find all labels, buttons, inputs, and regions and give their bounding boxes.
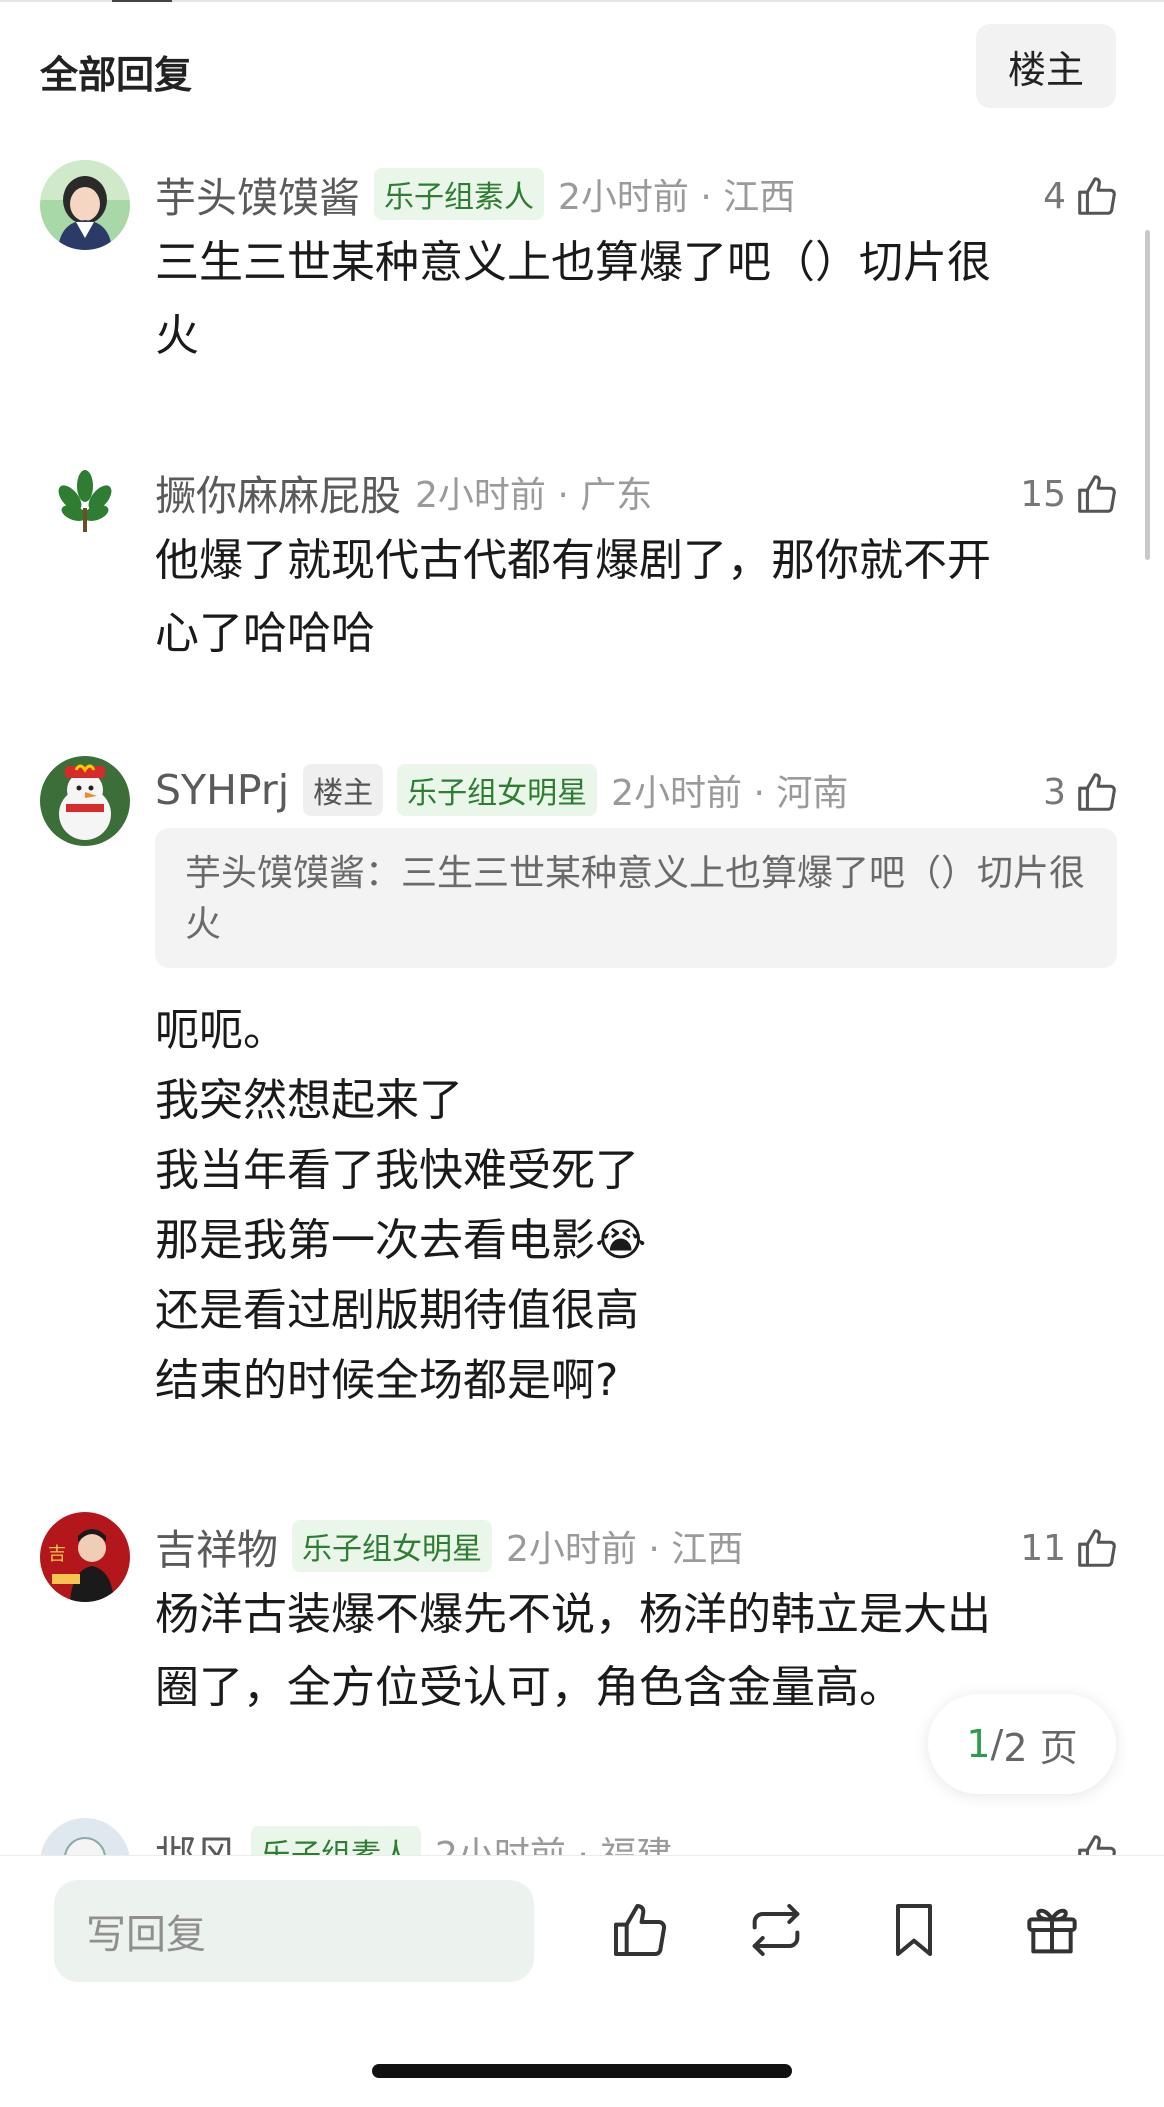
- like-count: 3: [1043, 771, 1066, 813]
- like-count: 4: [1043, 175, 1066, 217]
- quoted-reply[interactable]: 芋头馍馍酱：三生三世某种意义上也算爆了吧（）切片很火: [155, 828, 1117, 968]
- comment-line: 他爆了就现代古代都有爆剧了，那你就不开: [155, 535, 991, 586]
- member-badge: 乐子组素人: [374, 168, 544, 220]
- svg-text:吉: 吉: [48, 1544, 66, 1565]
- bottom-action-bar: 写回复: [0, 1855, 1164, 2107]
- reply-header: 全部回复 楼主: [0, 24, 1164, 109]
- username[interactable]: SYHPrj: [155, 766, 289, 814]
- username[interactable]: 芋头馍馍酱: [155, 164, 360, 224]
- comment-text: 呃呃。 我突然想起来了 我当年看了我快难受死了 那是我第一次去看电影😭 还是看过…: [155, 996, 1105, 1416]
- comment-line: 结束的时候全场都是啊?: [155, 1355, 619, 1406]
- like-button[interactable]: 3: [1043, 764, 1120, 820]
- comment-line: 还是看过剧版期待值很高: [155, 1285, 639, 1336]
- thumbs-up-icon: [1078, 1529, 1116, 1567]
- bookmark-icon[interactable]: [882, 1898, 946, 1962]
- comment-line: 我当年看了我快难受死了: [155, 1145, 639, 1196]
- thumbs-up-icon: [1078, 177, 1116, 215]
- time-location: 2小时前 · 河南: [611, 773, 849, 814]
- thumbs-up-icon[interactable]: [608, 1898, 672, 1962]
- comment-text: 三生三世某种意义上也算爆了吧（）切片很 火: [155, 226, 1105, 372]
- username[interactable]: 撅你麻麻屁股: [155, 462, 401, 522]
- comment-line: 三生三世某种意义上也算爆了吧（）切片很: [155, 237, 991, 288]
- page-separator: /: [990, 1722, 1004, 1766]
- avatar[interactable]: [40, 160, 130, 250]
- username[interactable]: 吉祥物: [155, 1516, 278, 1576]
- avatar[interactable]: [40, 756, 130, 846]
- comment-line: 心了哈哈哈: [155, 608, 375, 659]
- like-button[interactable]: 4: [1043, 168, 1120, 224]
- scrollbar[interactable]: [1145, 230, 1150, 560]
- comment-line: 火: [155, 310, 199, 361]
- gift-icon[interactable]: [1020, 1898, 1084, 1962]
- comment-line: 呃呃。: [155, 1005, 287, 1056]
- thumbs-up-icon: [1078, 475, 1116, 513]
- op-only-filter-button[interactable]: 楼主: [976, 24, 1116, 108]
- comment-line: 杨洋古装爆不爆先不说，杨洋的韩立是大出: [155, 1589, 991, 1640]
- avatar[interactable]: [40, 458, 130, 548]
- comment-meta: 吉祥物 乐子组女明星 2小时前 · 江西: [155, 1518, 743, 1574]
- home-indicator[interactable]: [372, 2064, 792, 2078]
- time-location: 2小时前 · 江西: [558, 177, 796, 218]
- comment-meta: 芋头馍馍酱 乐子组素人 2小时前 · 江西: [155, 166, 795, 222]
- reply-input[interactable]: 写回复: [54, 1880, 534, 1982]
- current-page: 1: [966, 1722, 991, 1766]
- comment-line: 我突然想起来了: [155, 1075, 463, 1126]
- page-title: 全部回复: [40, 53, 193, 97]
- member-badge: 乐子组女明星: [397, 764, 598, 816]
- page-indicator[interactable]: 1 / 2 页: [928, 1694, 1116, 1794]
- op-tag: 楼主: [303, 764, 384, 816]
- avatar[interactable]: 吉: [40, 1512, 130, 1602]
- top-divider: [0, 0, 1164, 2]
- thumbs-up-icon: [1078, 773, 1116, 811]
- like-count: 15: [1020, 473, 1066, 515]
- like-count: 11: [1020, 1527, 1066, 1569]
- repost-icon[interactable]: [744, 1898, 808, 1962]
- like-button[interactable]: 11: [1020, 1520, 1120, 1576]
- total-pages: 2 页: [1003, 1725, 1078, 1770]
- time-location: 2小时前 · 广东: [415, 475, 653, 516]
- like-button[interactable]: 15: [1020, 466, 1120, 522]
- time-location: 2小时前 · 江西: [506, 1529, 744, 1570]
- comment-meta: SYHPrj 楼主 乐子组女明星 2小时前 · 河南: [155, 762, 848, 818]
- comment-line: 那是我第一次去看电影😭: [155, 1215, 647, 1266]
- comment-text: 他爆了就现代古代都有爆剧了，那你就不开 心了哈哈哈: [155, 524, 1105, 670]
- comment-meta: 撅你麻麻屁股 2小时前 · 广东: [155, 464, 652, 520]
- member-badge: 乐子组女明星: [292, 1520, 492, 1572]
